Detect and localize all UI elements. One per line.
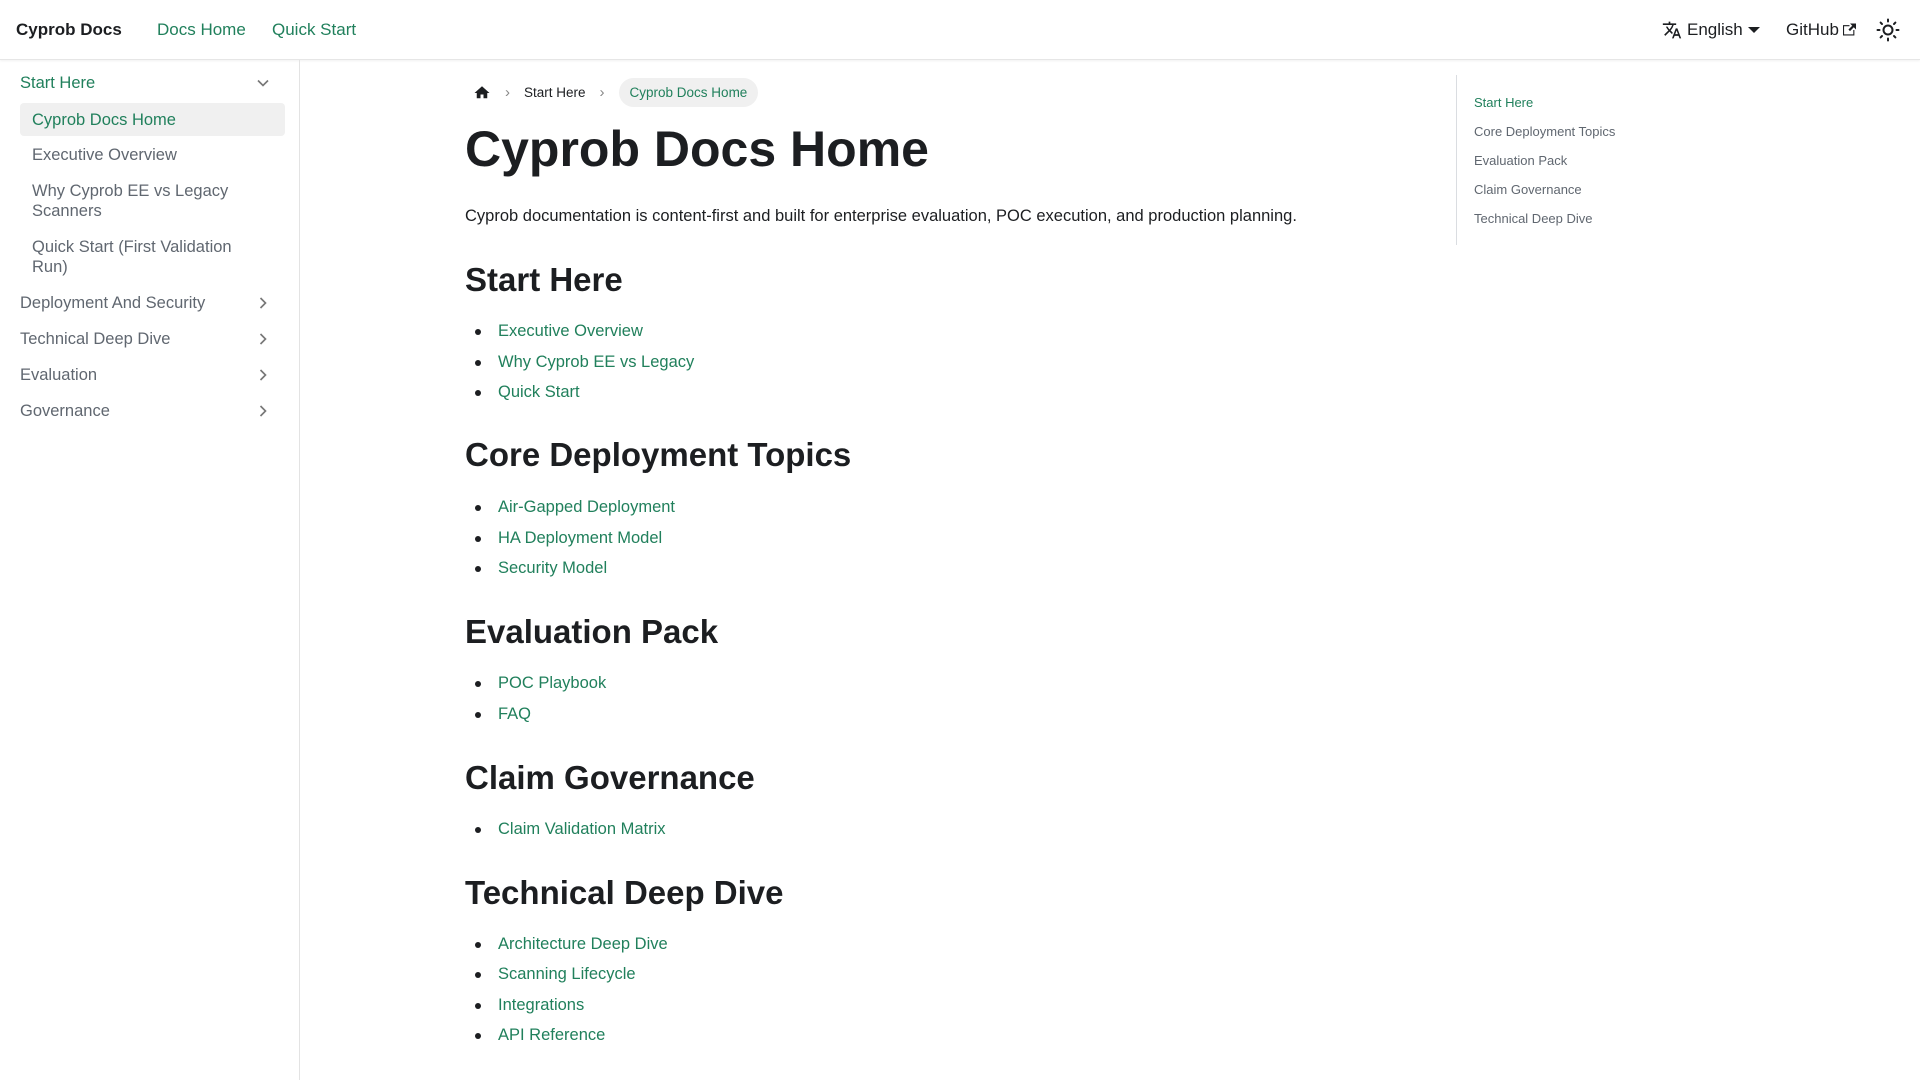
section-heading: Claim Governance bbox=[465, 759, 755, 796]
sidebar-category-evaluation[interactable]: Evaluation bbox=[20, 365, 285, 385]
chevron-right-icon[interactable] bbox=[253, 293, 273, 313]
toc-item[interactable]: Claim Governance bbox=[1474, 182, 1582, 197]
breadcrumb-current: Cyprob Docs Home bbox=[618, 78, 759, 107]
home-icon[interactable] bbox=[473, 84, 491, 102]
github-label: GitHub bbox=[1786, 19, 1839, 39]
sidebar: Start Here Cyprob Docs Home Executive Ov… bbox=[0, 60, 300, 1080]
sidebar-category-technical[interactable]: Technical Deep Dive bbox=[20, 329, 285, 349]
language-label: English bbox=[1687, 19, 1743, 39]
doc-link[interactable]: Claim Validation Matrix bbox=[475, 820, 666, 839]
page-title: Cyprob Docs Home bbox=[465, 121, 929, 177]
github-link[interactable]: GitHub bbox=[1786, 20, 1856, 40]
doc-link[interactable]: Quick Start bbox=[475, 383, 580, 402]
chevron-right-icon[interactable] bbox=[253, 329, 273, 349]
doc-link[interactable]: Executive Overview bbox=[475, 322, 643, 341]
language-dropdown[interactable]: English bbox=[1662, 20, 1760, 40]
translate-icon bbox=[1662, 21, 1682, 38]
nav-quick-start[interactable]: Quick Start bbox=[272, 20, 356, 40]
breadcrumb-start-here[interactable]: Start Here bbox=[524, 85, 586, 100]
table-of-contents: Start Here Core Deployment Topics Evalua… bbox=[1456, 75, 1615, 245]
sidebar-category-start-here[interactable]: Start Here bbox=[20, 73, 285, 93]
sidebar-category-governance[interactable]: Governance bbox=[20, 401, 285, 421]
toc-item[interactable]: Evaluation Pack bbox=[1474, 153, 1567, 168]
sidebar-category-deployment[interactable]: Deployment And Security bbox=[20, 293, 285, 313]
doc-link[interactable]: FAQ bbox=[474, 705, 531, 724]
breadcrumb: › Start Here › Cyprob Docs Home bbox=[473, 78, 759, 107]
sidebar-label: Deployment And Security bbox=[20, 294, 206, 312]
doc-link[interactable]: POC Playbook bbox=[474, 674, 606, 693]
doc-link[interactable]: HA Deployment Model bbox=[474, 529, 662, 548]
doc-link[interactable]: Scanning Lifecycle bbox=[475, 965, 636, 984]
toc-item[interactable]: Start Here bbox=[1474, 95, 1533, 110]
breadcrumb-separator-icon: › bbox=[505, 84, 510, 101]
navbar: Cyprob Docs Docs Home Quick Start Englis… bbox=[0, 0, 1920, 60]
external-link-icon bbox=[1842, 23, 1856, 36]
toc-item[interactable]: Technical Deep Dive bbox=[1474, 211, 1593, 226]
brand-link[interactable]: Cyprob Docs bbox=[16, 20, 122, 40]
sidebar-label: Technical Deep Dive bbox=[20, 330, 171, 348]
section-heading: Technical Deep Dive bbox=[465, 874, 784, 911]
section-heading: Evaluation Pack bbox=[465, 613, 719, 650]
sidebar-label: Evaluation bbox=[20, 366, 98, 384]
chevron-right-icon[interactable] bbox=[253, 365, 273, 385]
sidebar-item-executive-overview[interactable]: Executive Overview bbox=[20, 145, 285, 165]
nav-docs-home[interactable]: Docs Home bbox=[157, 20, 246, 40]
doc-link[interactable]: Security Model bbox=[474, 559, 607, 578]
lead-paragraph: Cyprob documentation is content-first an… bbox=[465, 207, 1297, 225]
sidebar-label: Start Here bbox=[20, 74, 96, 92]
section-heading: Core Deployment Topics bbox=[465, 436, 852, 473]
doc-link[interactable]: Architecture Deep Dive bbox=[475, 935, 668, 954]
breadcrumb-separator-icon: › bbox=[599, 84, 605, 101]
chevron-right-icon[interactable] bbox=[253, 401, 273, 421]
doc-link[interactable]: Why Cyprob EE vs Legacy bbox=[474, 353, 694, 372]
sidebar-label: Governance bbox=[20, 402, 110, 420]
sidebar-item-why-cyprob[interactable]: Why Cyprob EE vs Legacy Scanners bbox=[20, 181, 250, 221]
theme-toggle-sun-icon[interactable] bbox=[1876, 18, 1900, 42]
chevron-down-icon[interactable] bbox=[253, 73, 273, 93]
section-heading: Start Here bbox=[465, 261, 623, 298]
caret-down-icon bbox=[1747, 26, 1760, 33]
sidebar-item-quick-start[interactable]: Quick Start (First Validation Run) bbox=[20, 237, 250, 277]
toc-item[interactable]: Core Deployment Topics bbox=[1474, 124, 1615, 139]
doc-link[interactable]: API Reference bbox=[474, 1026, 605, 1045]
sidebar-label: Why Cyprob EE vs Legacy Scanners bbox=[32, 182, 229, 220]
sidebar-label: Quick Start (First Validation Run) bbox=[32, 238, 232, 276]
sidebar-item-cyprob-docs-home[interactable]: Cyprob Docs Home bbox=[20, 103, 285, 136]
doc-link[interactable]: Air-Gapped Deployment bbox=[474, 498, 675, 517]
sidebar-label: Executive Overview bbox=[32, 146, 177, 164]
sidebar-label: Cyprob Docs Home bbox=[32, 110, 176, 129]
doc-link[interactable]: Integrations bbox=[474, 996, 584, 1015]
